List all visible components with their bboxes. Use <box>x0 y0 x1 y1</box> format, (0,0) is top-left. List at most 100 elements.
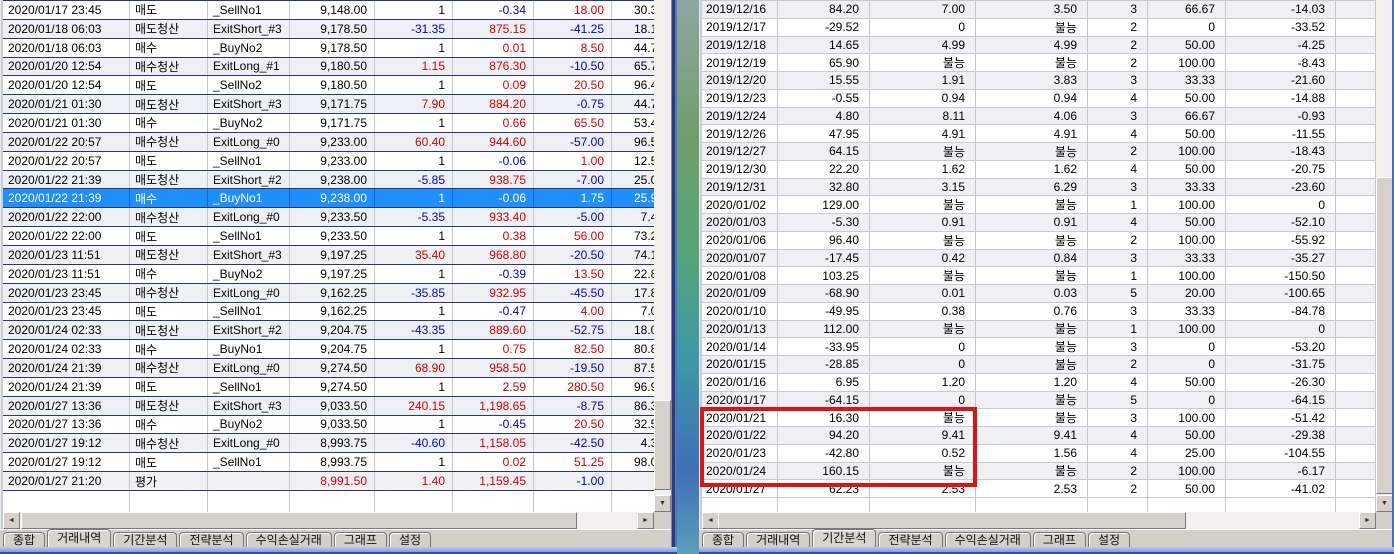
trade-row[interactable]: 2020/01/27 13:36매수_BuyNo29,033.501-0.452… <box>3 416 654 435</box>
tab-graph[interactable]: 그래프 <box>1033 532 1086 547</box>
period-row[interactable]: 2020/01/24160.15불능불능2100.00-6.17 <box>702 463 1376 481</box>
left-vertical-scrollbar[interactable]: ▼ <box>654 0 671 512</box>
trade-row[interactable]: 2020/01/22 22:00매수청산ExitLong_#09,233.50-… <box>3 208 654 227</box>
right-hscroll-thumb[interactable] <box>718 512 1186 529</box>
trade-row[interactable]: 2020/01/27 13:36매도청산ExitShort_#39,033.50… <box>3 397 654 416</box>
trade-row[interactable]: 2020/01/24 21:39매수청산ExitLong_#09,274.506… <box>3 359 654 378</box>
period-row[interactable]: 2020/01/166.951.201.20450.00-26.30 <box>702 374 1376 392</box>
trade-row[interactable]: 2020/01/22 21:39매도청산ExitShort_#29,238.00… <box>3 171 654 190</box>
trade-row[interactable]: 2020/01/22 21:39매수_BuyNo19,238.001-0.061… <box>3 189 654 208</box>
period-row[interactable]: 2020/01/14-33.950불능30-53.20 <box>702 338 1376 356</box>
trade-row[interactable]: 2020/01/27 19:12매수청산ExitLong_#08,993.75-… <box>3 434 654 453</box>
period-row[interactable]: 2019/12/2647.954.914.91450.00-11.55 <box>702 125 1376 143</box>
trade-cell: 9,180.50 <box>290 58 375 76</box>
period-cell: 불능 <box>976 19 1088 36</box>
period-cell: 5 <box>1088 285 1148 302</box>
trade-cell: 1 <box>375 1 453 19</box>
right-vertical-scrollbar[interactable]: ▼ <box>1376 0 1393 512</box>
period-row[interactable]: 2020/01/15-28.850불능20-31.75 <box>702 356 1376 374</box>
period-row[interactable]: 2020/01/13112.00불능불능1100.000 <box>702 321 1376 339</box>
trade-row[interactable]: 2020/01/24 02:33매수_BuyNo19,204.7510.7582… <box>3 340 654 359</box>
period-row[interactable]: 2020/01/2116.30불능불능3100.00-51.42 <box>702 409 1376 427</box>
trade-cell: 9,238.00 <box>290 189 375 207</box>
period-row[interactable]: 2019/12/3132.803.156.29333.33-23.60 <box>702 179 1376 197</box>
tab-trade-history[interactable]: 거래내역 <box>746 532 810 547</box>
tab-strategy-analysis[interactable]: 전략분석 <box>878 532 942 547</box>
trade-row[interactable]: 2020/01/18 06:03매도청산ExitShort_#39,178.50… <box>3 20 654 39</box>
trade-row[interactable]: 2020/01/23 11:51매도청산ExitShort_#39,197.25… <box>3 246 654 265</box>
period-row[interactable]: 2019/12/2015.551.913.83333.33-21.60 <box>702 72 1376 90</box>
period-row[interactable]: 2020/01/0696.40불능불능2100.00-55.92 <box>702 232 1376 250</box>
period-row[interactable]: 2020/01/17-64.150불능50-64.15 <box>702 392 1376 410</box>
period-row[interactable]: 2020/01/09-68.900.010.03520.00-100.65 <box>702 285 1376 303</box>
scroll-right-icon[interactable]: ► <box>1359 512 1376 529</box>
trade-row[interactable]: 2020/01/22 22:00매도_SellNo19,233.5010.385… <box>3 227 654 246</box>
trade-row[interactable]: 2020/01/20 12:54매수청산ExitLong_#19,180.501… <box>3 58 654 77</box>
left-vscroll-thumb[interactable] <box>654 400 671 490</box>
trade-cell: -0.06 <box>453 152 534 170</box>
period-cell <box>1336 196 1376 213</box>
tab-period-analysis[interactable]: 기간분석 <box>113 532 177 547</box>
trade-row[interactable]: 2020/01/22 20:57매수청산ExitLong_#09,233.006… <box>3 133 654 152</box>
trade-row[interactable]: 2020/01/18 06:03매수_BuyNo29,178.5010.018.… <box>3 39 654 58</box>
trade-cell <box>208 472 290 490</box>
right-horizontal-scrollbar[interactable]: ◄ ► <box>702 512 1376 529</box>
trade-row[interactable]: 2020/01/23 11:51매수_BuyNo29,197.251-0.391… <box>3 265 654 284</box>
trade-cell: 매도 <box>130 378 208 396</box>
period-cell: 22.20 <box>778 161 870 178</box>
trade-cell: _SellNo1 <box>208 378 290 396</box>
trade-cell: _BuyNo2 <box>208 39 290 57</box>
trade-row[interactable]: 2020/01/24 02:33매도청산ExitShort_#29,204.75… <box>3 321 654 340</box>
scroll-left-icon[interactable]: ◄ <box>702 512 719 529</box>
period-row[interactable]: 2020/01/2294.209.419.41450.00-29.38 <box>702 427 1376 445</box>
tab-graph[interactable]: 그래프 <box>334 532 387 547</box>
trade-row[interactable]: 2020/01/20 12:54매도_SellNo29,180.5010.092… <box>3 76 654 95</box>
period-row[interactable]: 2020/01/07-17.450.420.84333.33-35.27 <box>702 250 1376 268</box>
period-row[interactable]: 2019/12/23-0.550.940.94450.00-14.88 <box>702 90 1376 108</box>
trade-row[interactable]: 2020/01/27 21:20평가8,991.501.401,159.45-1… <box>3 472 654 491</box>
tab-profit-loss-trades[interactable]: 수익손실거래 <box>945 532 1031 547</box>
tab-strategy-analysis[interactable]: 전략분석 <box>179 532 243 547</box>
period-cell: 0.52 <box>870 445 976 462</box>
period-row[interactable]: 2019/12/244.808.114.06366.67-0.93 <box>702 108 1376 126</box>
trade-row[interactable]: 2020/01/24 21:39매도_SellNo19,274.5012.592… <box>3 378 654 397</box>
tab-period-analysis[interactable]: 기간분석 <box>812 529 876 547</box>
tab-summary[interactable]: 종합 <box>702 532 744 547</box>
period-date-cell: 2019/12/31 <box>702 179 778 196</box>
trade-row[interactable]: 2020/01/23 23:45매도_SellNo19,162.251-0.47… <box>3 303 654 322</box>
trade-cell: -0.06 <box>453 189 534 207</box>
period-row[interactable]: 2020/01/2762.232.532.53250.00-41.02 <box>702 480 1376 498</box>
left-horizontal-scrollbar[interactable]: ◄ ► <box>3 512 654 529</box>
period-row[interactable]: 2020/01/08103.25불능불능1100.00-150.50 <box>702 267 1376 285</box>
trade-row[interactable]: 2020/01/22 20:57매도_SellNo19,233.001-0.06… <box>3 152 654 171</box>
trade-cell: _SellNo2 <box>208 76 290 94</box>
tab-profit-loss-trades[interactable]: 수익손실거래 <box>246 532 332 547</box>
tab-settings[interactable]: 설정 <box>1088 532 1130 547</box>
tab-trade-history[interactable]: 거래내역 <box>47 529 111 547</box>
trade-row[interactable]: 2020/01/27 19:12매도_SellNo18,993.7510.025… <box>3 453 654 472</box>
scroll-right-icon[interactable]: ► <box>637 512 654 529</box>
period-row[interactable]: 2019/12/1965.90불능불능2100.00-8.43 <box>702 54 1376 72</box>
period-row[interactable]: 2019/12/1814.654.994.99250.00-4.25 <box>702 37 1376 55</box>
scroll-left-icon[interactable]: ◄ <box>3 512 20 529</box>
period-row[interactable]: 2020/01/10-49.950.380.76333.33-84.78 <box>702 303 1376 321</box>
right-vscroll-thumb[interactable] <box>1376 177 1393 494</box>
left-hscroll-thumb[interactable] <box>21 512 577 529</box>
trade-cell: _SellNo1 <box>208 152 290 170</box>
trade-row[interactable]: 2020/01/17 23:45매도_SellNo19,148.001-0.34… <box>3 1 654 20</box>
period-row[interactable]: 2019/12/3022.201.621.62450.00-20.75 <box>702 161 1376 179</box>
trade-row[interactable]: 2020/01/23 23:45매수청산ExitLong_#09,162.25-… <box>3 284 654 303</box>
scroll-down-icon[interactable]: ▼ <box>1376 495 1393 512</box>
period-row[interactable]: 2019/12/17-29.520불능20-33.52 <box>702 19 1376 37</box>
trade-row[interactable]: 2020/01/21 01:30매도청산ExitShort_#39,171.75… <box>3 95 654 114</box>
period-row[interactable]: 2020/01/23-42.800.521.56425.00-104.55 <box>702 445 1376 463</box>
tab-settings[interactable]: 설정 <box>389 532 431 547</box>
tab-summary[interactable]: 종합 <box>3 532 45 547</box>
scroll-down-icon[interactable]: ▼ <box>654 495 671 512</box>
trade-row[interactable]: 2020/01/21 01:30매수_BuyNo29,171.7510.6665… <box>3 114 654 133</box>
period-row[interactable]: 2020/01/03-5.300.910.91450.00-52.10 <box>702 214 1376 232</box>
period-row[interactable]: 2019/12/2764.15불능불능2100.00-18.43 <box>702 143 1376 161</box>
period-cell: 0.42 <box>870 250 976 267</box>
period-row[interactable]: 2019/12/1684.207.003.50366.67-14.03 <box>702 1 1376 19</box>
period-row[interactable]: 2020/01/02129.00불능불능1100.000 <box>702 196 1376 214</box>
